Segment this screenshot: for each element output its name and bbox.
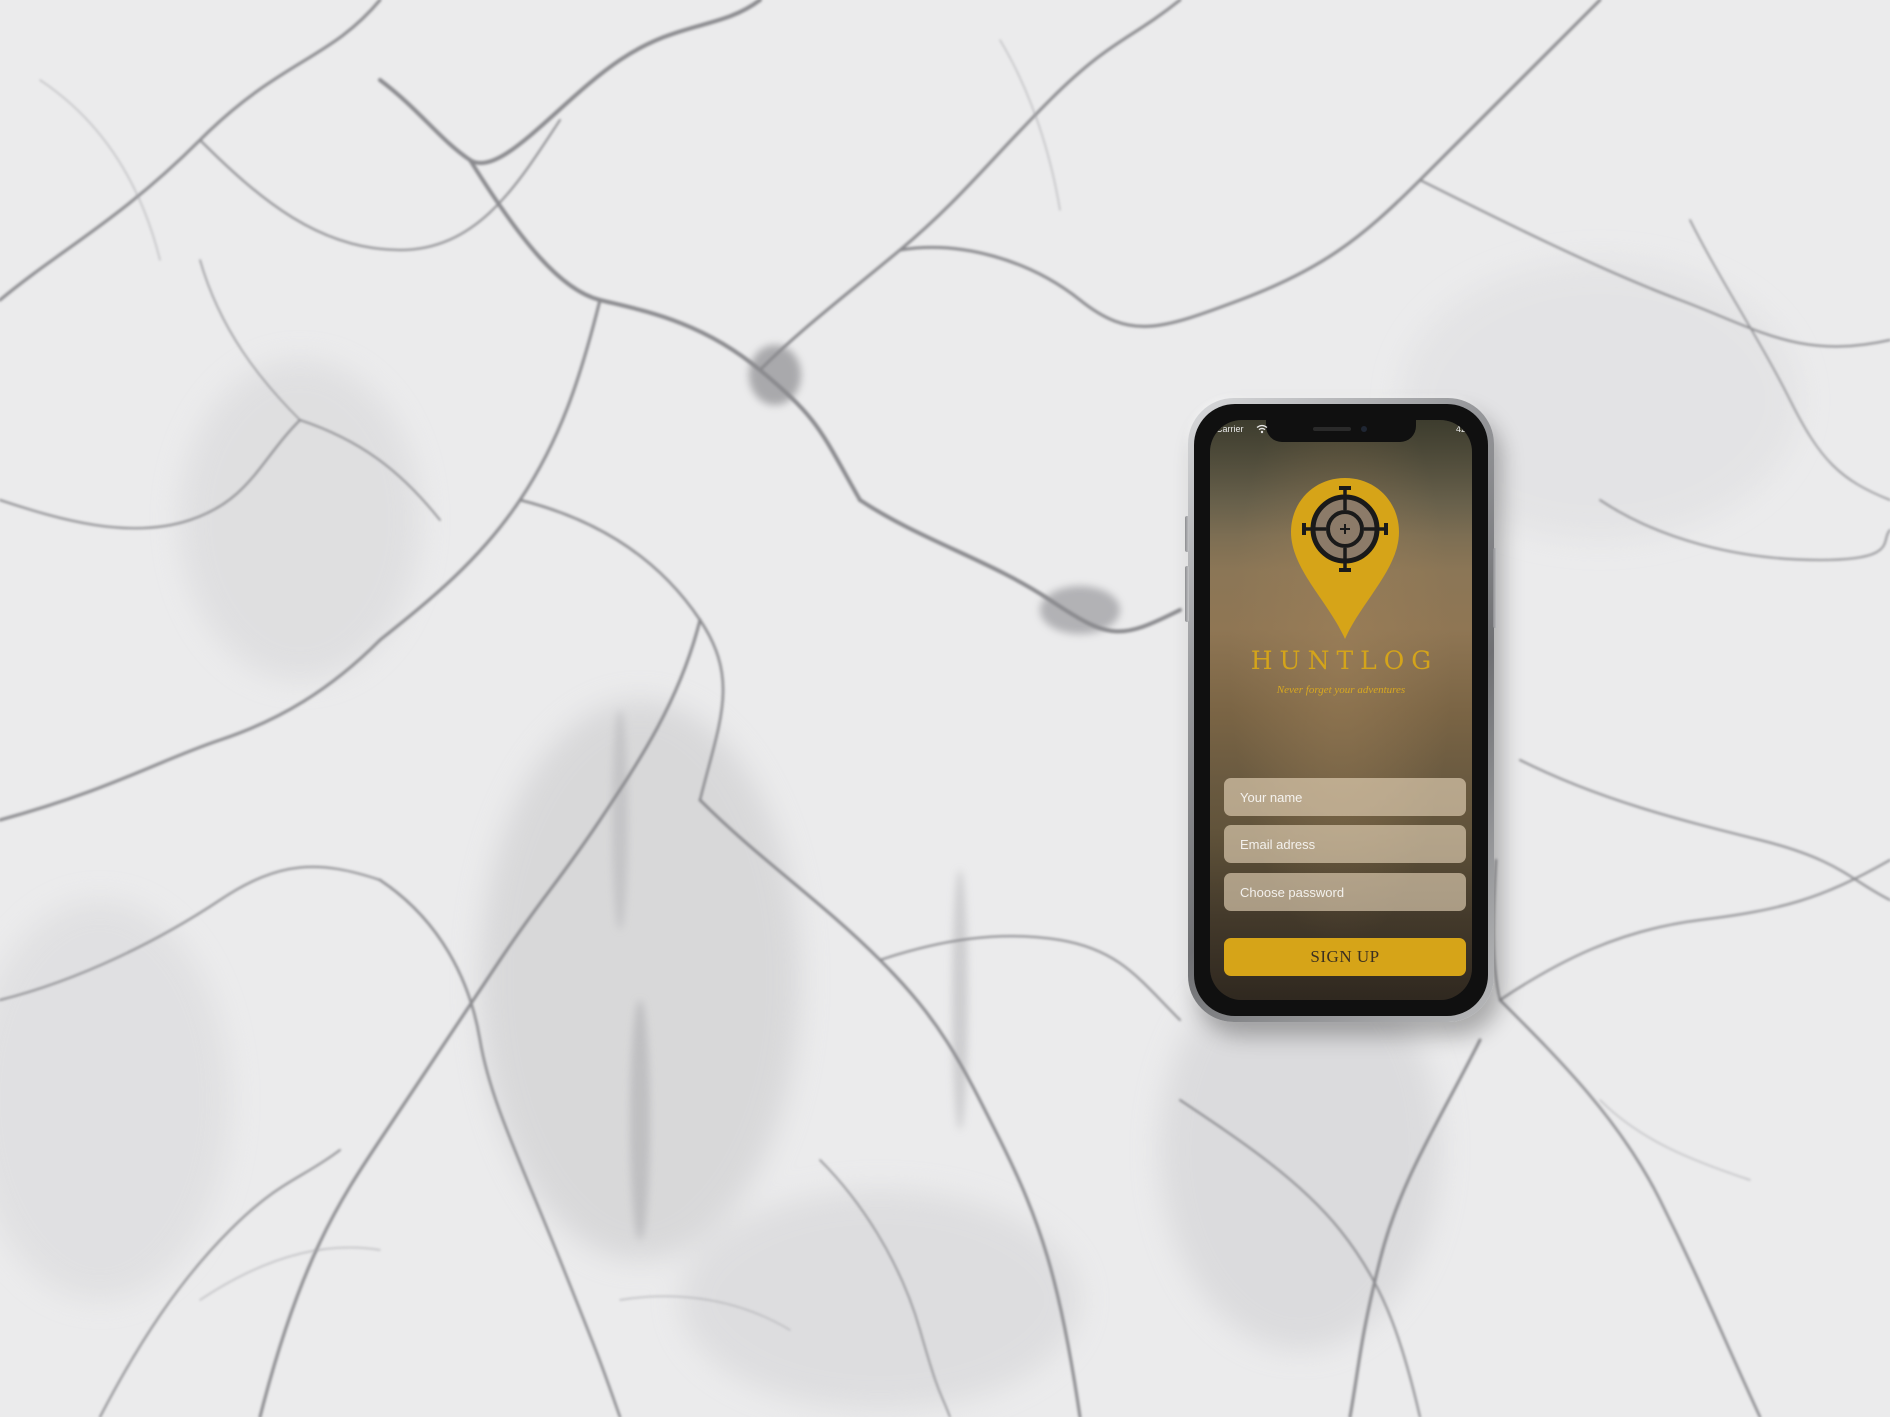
carrier-label: Carrier bbox=[1216, 424, 1244, 434]
app-brand-title: HUNTLOG bbox=[1250, 646, 1439, 675]
name-input[interactable] bbox=[1224, 778, 1466, 816]
phone-volume-button bbox=[1185, 566, 1189, 622]
password-input[interactable] bbox=[1224, 873, 1466, 911]
email-input[interactable] bbox=[1224, 825, 1466, 863]
phone-mockup: Carrier 42 HUNTLOG Never forget your adv… bbox=[1185, 398, 1497, 1022]
battery-level: 42 bbox=[1455, 424, 1466, 434]
app-tagline: Never forget your adventures bbox=[1276, 684, 1406, 696]
phone-power-button bbox=[1493, 548, 1497, 628]
location-pin-crosshair-icon bbox=[1291, 478, 1399, 639]
sign-up-button[interactable]: SIGN UP bbox=[1224, 938, 1466, 976]
phone-side-button-left bbox=[1185, 516, 1189, 552]
phone-bezel: Carrier 42 HUNTLOG Never forget your adv… bbox=[1194, 404, 1488, 1016]
wifi-icon bbox=[1256, 424, 1268, 434]
app-screen: Carrier 42 HUNTLOG Never forget your adv… bbox=[1210, 420, 1472, 1000]
marble-background bbox=[0, 0, 1890, 1417]
status-bar: Carrier 42 bbox=[1210, 420, 1472, 442]
